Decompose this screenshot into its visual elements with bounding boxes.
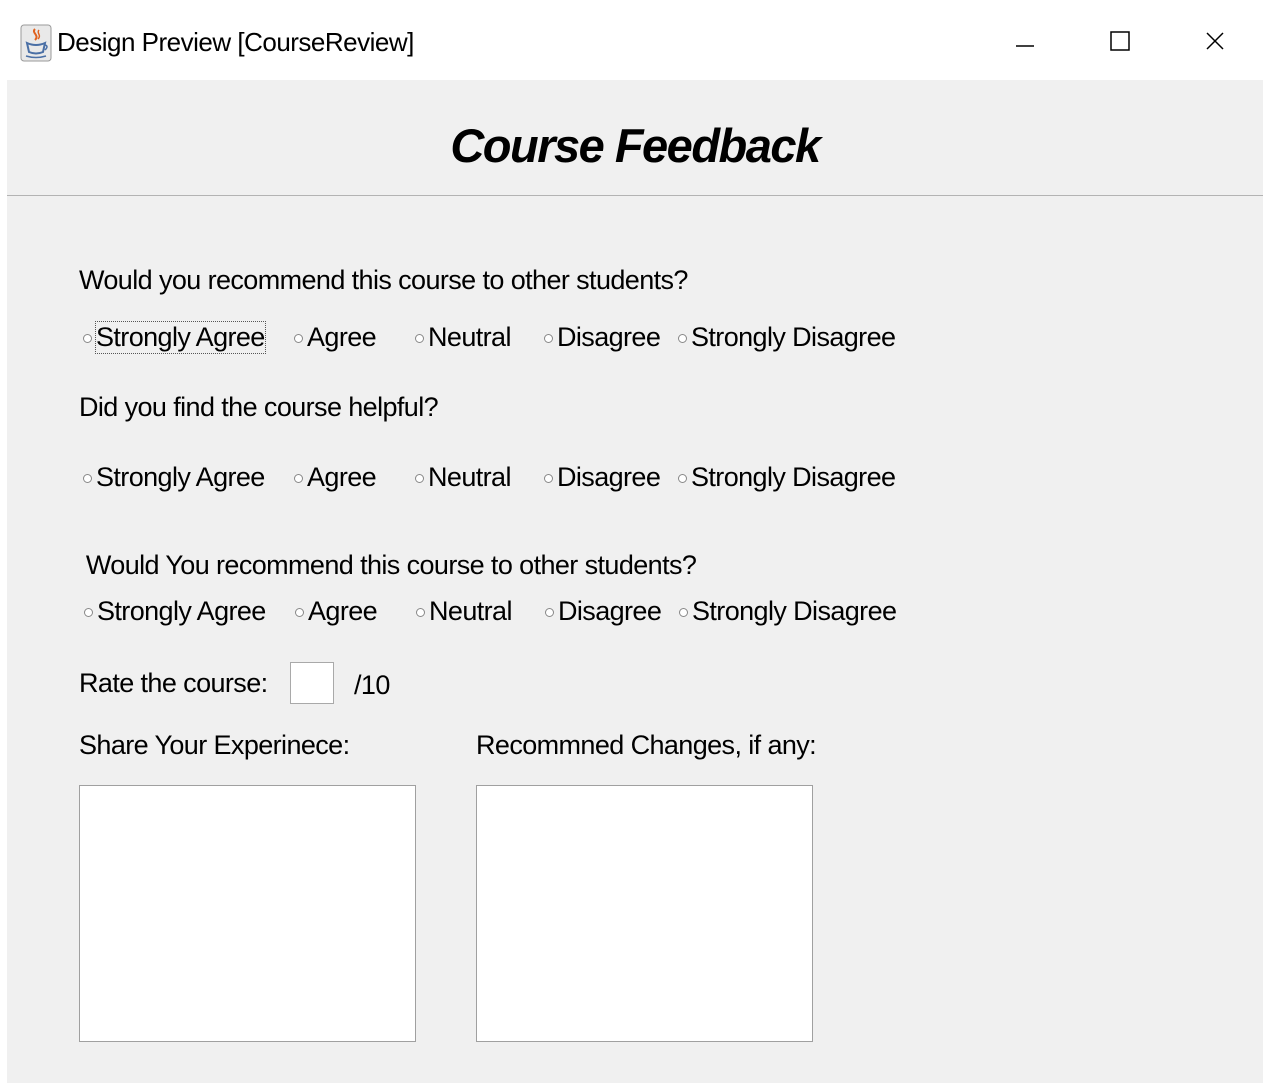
question-3-options: Strongly Agree Agree Neutral Disagree St… xyxy=(7,596,1263,636)
q3-option-disagree[interactable]: Disagree xyxy=(545,596,662,627)
q1-option-neutral[interactable]: Neutral xyxy=(415,322,511,353)
experience-label: Share Your Experinece: xyxy=(79,730,350,760)
q1-option-disagree[interactable]: Disagree xyxy=(544,322,661,353)
maximize-icon xyxy=(1110,31,1130,51)
form-panel: Course Feedback Would you recommend this… xyxy=(7,80,1263,1083)
option-label: Neutral xyxy=(428,462,511,492)
radio-icon[interactable] xyxy=(294,334,303,343)
option-label: Strongly Agree xyxy=(97,596,266,626)
radio-icon[interactable] xyxy=(83,474,92,483)
rate-label: Rate the course: xyxy=(79,668,268,698)
q2-option-strongly-agree[interactable]: Strongly Agree xyxy=(83,462,265,493)
q1-option-strongly-agree[interactable]: Strongly Agree xyxy=(83,321,266,354)
question-2: Did you find the course helpful? xyxy=(79,392,439,422)
radio-icon[interactable] xyxy=(415,334,424,343)
radio-icon[interactable] xyxy=(544,334,553,343)
question-3: Would You recommend this course to other… xyxy=(79,550,697,580)
option-label: Strongly Disagree xyxy=(691,462,896,492)
q3-option-strongly-disagree[interactable]: Strongly Disagree xyxy=(679,596,897,627)
q1-option-strongly-disagree[interactable]: Strongly Disagree xyxy=(678,322,896,353)
radio-icon[interactable] xyxy=(415,474,424,483)
option-label: Agree xyxy=(307,322,377,352)
radio-icon[interactable] xyxy=(545,608,554,617)
radio-icon[interactable] xyxy=(678,334,687,343)
radio-icon[interactable] xyxy=(84,608,93,617)
radio-icon[interactable] xyxy=(295,608,304,617)
radio-icon[interactable] xyxy=(416,608,425,617)
q2-option-neutral[interactable]: Neutral xyxy=(415,462,511,493)
question-2-options: Strongly Agree Agree Neutral Disagree St… xyxy=(7,462,1263,502)
option-label: Disagree xyxy=(557,322,661,352)
radio-icon[interactable] xyxy=(544,474,553,483)
changes-label: Recommned Changes, if any: xyxy=(476,730,817,760)
title-bar: Design Preview [CourseReview] xyxy=(0,0,1265,80)
close-button[interactable] xyxy=(1185,18,1245,64)
q3-option-strongly-agree[interactable]: Strongly Agree xyxy=(84,596,266,627)
question-1: Would you recommend this course to other… xyxy=(79,265,688,295)
changes-textarea[interactable] xyxy=(476,785,813,1042)
experience-textarea[interactable] xyxy=(79,785,416,1042)
window-title: Design Preview [CourseReview] xyxy=(57,27,414,57)
option-label: Disagree xyxy=(557,462,661,492)
option-label: Strongly Agree xyxy=(96,462,265,492)
question-1-options: Strongly Agree Agree Neutral Disagree St… xyxy=(7,321,1263,362)
q1-option-agree[interactable]: Agree xyxy=(294,322,377,353)
heading-divider xyxy=(7,195,1263,196)
option-label: Strongly Disagree xyxy=(691,322,896,352)
minimize-icon xyxy=(1016,45,1034,47)
option-label: Neutral xyxy=(429,596,512,626)
option-label: Strongly Disagree xyxy=(692,596,897,626)
radio-icon[interactable] xyxy=(83,334,92,343)
option-label: Neutral xyxy=(428,322,511,352)
q2-option-disagree[interactable]: Disagree xyxy=(544,462,661,493)
q3-option-agree[interactable]: Agree xyxy=(295,596,378,627)
option-label: Strongly Agree xyxy=(95,321,266,354)
minimize-button[interactable] xyxy=(995,18,1055,64)
radio-icon[interactable] xyxy=(678,474,687,483)
rate-input[interactable] xyxy=(290,662,334,704)
maximize-button[interactable] xyxy=(1090,18,1150,64)
option-label: Agree xyxy=(308,596,378,626)
q2-option-strongly-disagree[interactable]: Strongly Disagree xyxy=(678,462,896,493)
q3-option-neutral[interactable]: Neutral xyxy=(416,596,512,627)
form-heading: Course Feedback xyxy=(450,119,821,172)
radio-icon[interactable] xyxy=(679,608,688,617)
radio-icon[interactable] xyxy=(294,474,303,483)
java-coffee-cup-icon xyxy=(20,24,52,62)
q2-option-agree[interactable]: Agree xyxy=(294,462,377,493)
option-label: Disagree xyxy=(558,596,662,626)
rate-suffix: /10 xyxy=(354,670,390,700)
close-icon xyxy=(1206,32,1224,50)
option-label: Agree xyxy=(307,462,377,492)
